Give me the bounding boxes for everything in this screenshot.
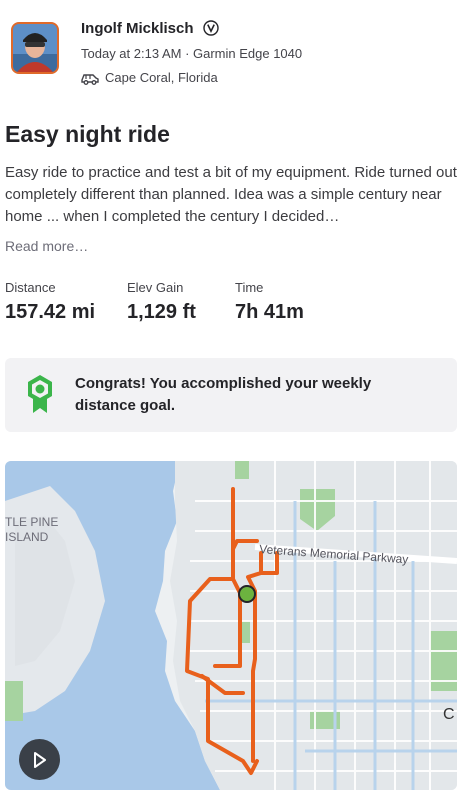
goal-achievement-card[interactable]: Congrats! You accomplished your weekly d…: [5, 358, 457, 432]
goal-message: Congrats! You accomplished your weekly d…: [75, 375, 372, 414]
location-label: Cape Coral, Florida: [105, 70, 218, 85]
car-icon: [81, 73, 99, 85]
activity-header: Ingolf Micklisch Today at 2:13 AM · Garm…: [0, 0, 464, 100]
map-label-island-2: ISLAND: [5, 530, 49, 544]
badge-icon: [28, 375, 52, 413]
stat-elev-gain-label: Elev Gain: [127, 280, 184, 295]
stat-time-value: 7h 41m: [235, 301, 304, 323]
stat-distance-label: Distance: [5, 280, 56, 295]
athlete-name[interactable]: Ingolf Micklisch: [81, 20, 194, 37]
map-label-island-1: TLE PINE: [5, 515, 58, 529]
map-label-edge: C: [443, 706, 455, 723]
play-icon: [33, 751, 46, 768]
avatar[interactable]: [11, 22, 59, 74]
activity-description: Easy ride to practice and test a bit of …: [5, 164, 457, 225]
stat-time-label: Time: [235, 280, 264, 295]
stat-distance-value: 157.42 mi: [5, 301, 96, 323]
stat-elev-gain-value: 1,129 ft: [127, 301, 196, 323]
verified-icon: [203, 20, 219, 36]
activity-location: Cape Coral, Florida: [81, 70, 218, 85]
route-map[interactable]: TLE PINE ISLAND Veterans Memorial Parkwa…: [5, 461, 457, 790]
activity-meta: Today at 2:13 AM · Garmin Edge 1040: [81, 46, 303, 61]
read-more-link[interactable]: Read more…: [5, 238, 88, 254]
activity-title: Easy night ride: [5, 121, 170, 147]
play-flyover-button[interactable]: [19, 739, 60, 780]
